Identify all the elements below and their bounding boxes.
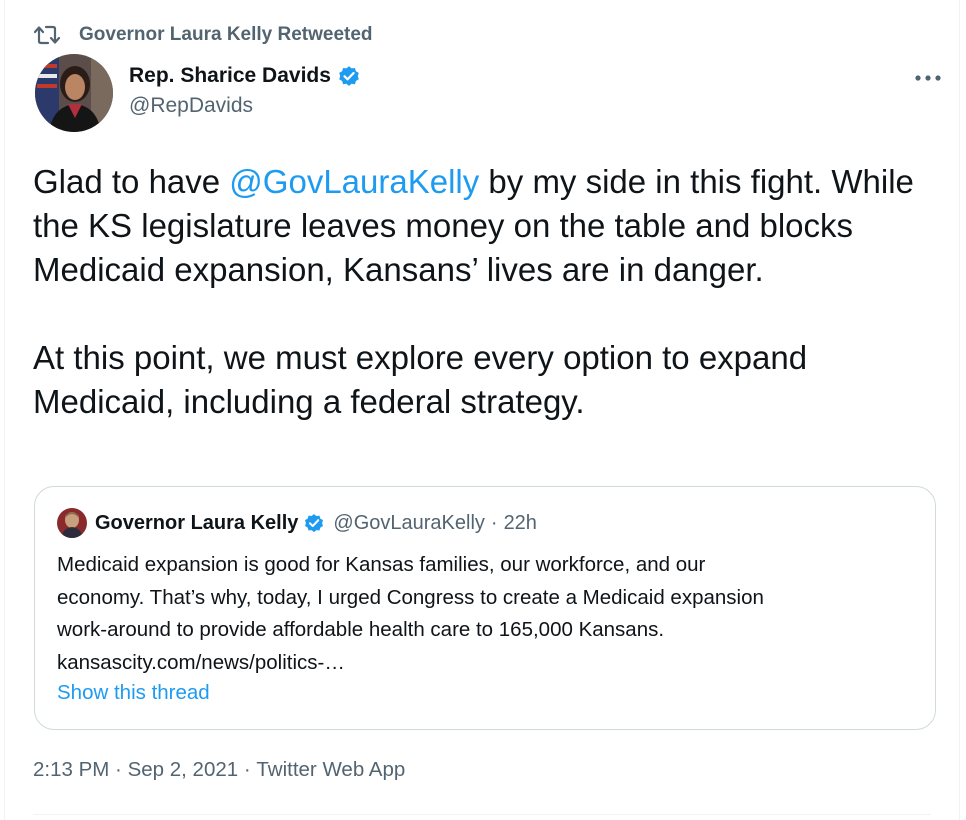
quoted-author-handle: @GovLauraKelly [333,511,485,534]
quoted-link: kansascity.com/news/politics-… [57,650,345,674]
author-avatar[interactable] [35,54,113,132]
verified-badge-icon [303,512,325,534]
tweet-text: Glad to have @GovLauraKelly by my side i… [33,160,943,424]
author-handle[interactable]: @RepDavids [129,94,361,118]
author-info[interactable]: Rep. Sharice Davids @RepDavids [129,60,361,118]
quoted-text-line: work-around to provide affordable health… [57,618,665,641]
quoted-author-avatar [57,508,87,538]
retweet-icon [33,24,63,46]
quoted-tweet-text: Medicaid expansion is good for Kansas fa… [57,549,917,679]
tweet-paragraph-1: Glad to have @GovLauraKelly by my side i… [33,160,943,292]
divider [33,814,931,815]
mention-link[interactable]: @GovLauraKelly [229,163,479,200]
quoted-tweet-header: Governor Laura Kelly @GovLauraKelly · 22… [57,507,537,539]
social-context[interactable]: Governor Laura Kelly Retweeted [33,22,373,48]
quoted-timestamp: 22h [503,511,537,534]
show-thread-link[interactable]: Show this thread [57,681,210,705]
tweet-date[interactable]: Sep 2, 2021 [128,758,239,782]
tweet-paragraph-2: At this point, we must explore every opt… [33,339,808,420]
separator-dot: · [109,758,128,781]
tweet-source[interactable]: Twitter Web App [256,758,405,782]
separator-dot: · [490,511,498,534]
tweet-time[interactable]: 2:13 PM [33,758,109,782]
tweet-metadata: 2:13 PM · Sep 2, 2021 · Twitter Web App [33,758,405,782]
author-name[interactable]: Rep. Sharice Davids [129,64,331,88]
separator-dot: · [238,758,257,781]
verified-badge-icon [337,64,361,88]
retweeted-by-label: Governor Laura Kelly Retweeted [79,24,373,45]
quoted-text-line: Medicaid expansion is good for Kansas fa… [57,553,706,576]
tweet-card: Governor Laura Kelly Retweeted Rep. Shar… [4,0,960,820]
quoted-text-line: economy. That’s why, today, I urged Cong… [57,585,764,609]
quoted-author-name: Governor Laura Kelly [95,511,299,534]
more-options-icon[interactable] [910,66,946,90]
quoted-tweet[interactable]: Governor Laura Kelly @GovLauraKelly · 22… [34,486,936,730]
tweet-text-segment: Glad to have [33,163,230,200]
